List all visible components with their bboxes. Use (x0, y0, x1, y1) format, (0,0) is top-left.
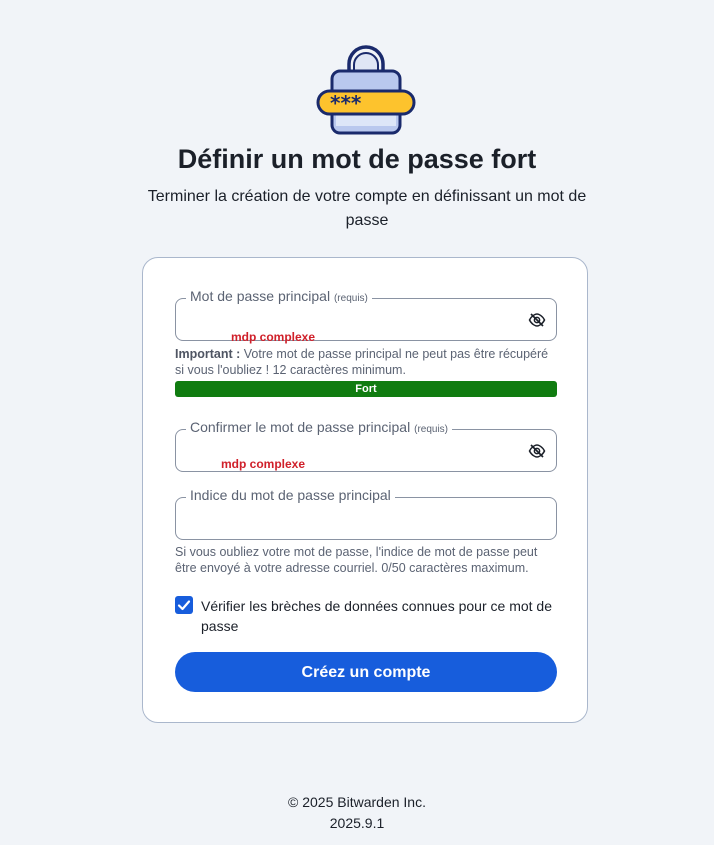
master-password-label: Mot de passe principal (requis) (186, 288, 372, 304)
confirm-password-label: Confirmer le mot de passe principal (req… (186, 419, 453, 435)
confirm-password-value: mdp complexe (221, 457, 306, 471)
form-card: Mot de passe principal (requis) mdp comp… (142, 257, 588, 723)
create-account-button[interactable]: Créez un compte (175, 652, 557, 692)
master-password-value: mdp complexe (231, 330, 316, 344)
eye-slash-icon[interactable] (528, 311, 546, 329)
page-subtitle: Terminer la création de votre compte en … (147, 188, 587, 229)
copyright: © 2025 Bitwarden Inc. (288, 794, 426, 810)
eye-slash-icon[interactable] (528, 442, 546, 460)
confirm-password-field[interactable]: Confirmer le mot de passe principal (req… (175, 419, 557, 472)
password-hint-help: Si vous oubliez votre mot de passe, l'in… (175, 545, 538, 575)
svg-text:***__: ***__ (330, 91, 381, 115)
password-hint-label: Indice du mot de passe principal (186, 487, 395, 503)
password-strength-bar: Fort (175, 381, 557, 397)
breach-check-checkbox[interactable] (175, 596, 193, 614)
master-password-field[interactable]: Mot de passe principal (requis) mdp comp… (175, 288, 557, 344)
password-hint-field[interactable]: Indice du mot de passe principal (175, 487, 557, 540)
version: 2025.9.1 (329, 815, 385, 831)
page-title: Définir un mot de passe fort (177, 144, 537, 174)
breach-check-label: Vérifier les brèches de données connues … (201, 598, 552, 634)
important-note: Important : Votre mot de passe principal… (175, 347, 549, 377)
lock-password-icon: ***__ (316, 45, 416, 135)
checkmark-icon (177, 600, 191, 611)
